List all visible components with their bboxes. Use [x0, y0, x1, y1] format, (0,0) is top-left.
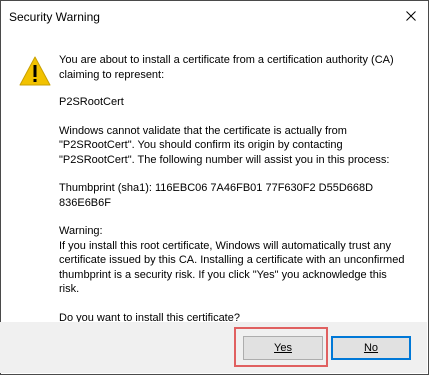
message-body: You are about to install a certificate f…: [59, 53, 419, 325]
no-button[interactable]: No: [331, 336, 411, 360]
yes-button-label: Yes: [274, 342, 292, 354]
validation-line-2: "P2SRootCert". You should confirm its or…: [59, 139, 343, 151]
intro-text: You are about to install a certificate f…: [59, 54, 394, 81]
warning-line-1: If you install this root certificate, Wi…: [59, 239, 391, 252]
yes-button[interactable]: Yes: [243, 336, 323, 360]
warning-line-2: certificate issued by this CA. Installin…: [59, 254, 405, 266]
validation-line-1: Windows cannot validate that the certifi…: [59, 124, 347, 137]
dialog-title: Security Warning: [9, 10, 100, 24]
thumbprint: Thumbprint (sha1): 116EBC06 7A46FB01 77F…: [59, 182, 374, 209]
warning-icon: [19, 56, 51, 86]
warning-heading: Warning:: [59, 225, 103, 237]
warning-line-4: risk.: [59, 283, 80, 295]
close-button[interactable]: [400, 5, 422, 27]
ca-name: P2SRootCert: [59, 96, 124, 108]
close-icon: [406, 11, 416, 21]
no-button-label: No: [363, 342, 379, 354]
warning-line-3: thumbprint is a security risk. If you cl…: [59, 268, 387, 281]
title-bar: Security Warning: [1, 1, 428, 31]
validation-line-3: "P2SRootCert". The following number will…: [59, 153, 390, 166]
